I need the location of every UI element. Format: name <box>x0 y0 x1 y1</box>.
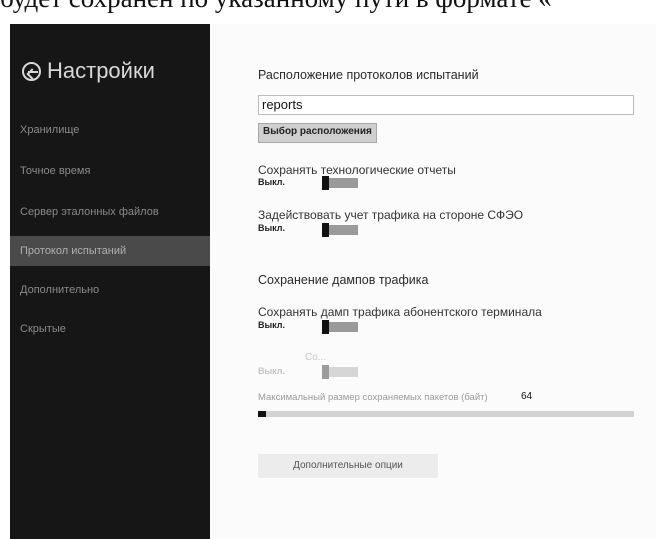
settings-sidebar: Настройки Хранилище Точное время Сервер … <box>10 24 210 539</box>
back-arrow-circle-icon[interactable] <box>22 61 41 81</box>
sidebar-item-storage[interactable]: Хранилище <box>10 115 210 145</box>
save-terminal-dump-toggle[interactable] <box>322 320 358 334</box>
document-text-header: будет сохранен по указанному пути в форм… <box>0 0 656 18</box>
more-options-button[interactable]: Дополнительные опции <box>258 454 438 478</box>
choose-location-button[interactable]: Выбор расположения <box>258 123 377 143</box>
sidebar-item-reference-server[interactable]: Сервер эталонных файлов <box>10 197 210 227</box>
disabled-option-toggle <box>322 365 358 379</box>
save-terminal-dump-label: Сохранять дамп трафика абонентского терм… <box>258 305 542 319</box>
max-packet-size-label: Максимальный размер сохраняемых пакетов … <box>258 392 488 403</box>
settings-back-header[interactable]: Настройки <box>22 58 155 84</box>
disabled-option-state: Выкл. <box>258 366 286 376</box>
save-terminal-dump-state: Выкл. <box>258 320 286 330</box>
save-tech-reports-toggle[interactable] <box>322 176 358 190</box>
slider-fill <box>258 411 266 417</box>
settings-main-panel: Расположение протоколов испытаний report… <box>210 24 656 539</box>
sidebar-item-hidden[interactable]: Скрытые <box>10 314 210 344</box>
max-packet-size-slider[interactable] <box>258 411 634 417</box>
settings-title: Настройки <box>47 58 155 83</box>
dumps-section-title: Сохранение дампов трафика <box>258 273 429 287</box>
toggle-knob <box>322 320 329 334</box>
location-input[interactable]: reports <box>258 95 634 115</box>
traffic-accounting-toggle[interactable] <box>322 223 358 237</box>
toggle-knob <box>322 176 329 190</box>
location-section-title: Расположение протоколов испытаний <box>258 68 479 82</box>
sidebar-item-additional[interactable]: Дополнительно <box>10 275 210 305</box>
traffic-accounting-state: Выкл. <box>258 223 286 233</box>
sidebar-item-exact-time[interactable]: Точное время <box>10 156 210 186</box>
disabled-option-label: Со... <box>305 352 327 363</box>
toggle-knob <box>322 365 329 379</box>
toggle-knob <box>322 223 329 237</box>
traffic-accounting-label: Задействовать учет трафика на стороне СФ… <box>258 208 524 222</box>
max-packet-size-value: 64 <box>521 391 533 402</box>
save-tech-reports-label: Сохранять технологические отчеты <box>258 163 456 177</box>
save-tech-reports-state: Выкл. <box>258 177 286 187</box>
sidebar-item-test-protocol[interactable]: Протокол испытаний <box>10 236 210 266</box>
